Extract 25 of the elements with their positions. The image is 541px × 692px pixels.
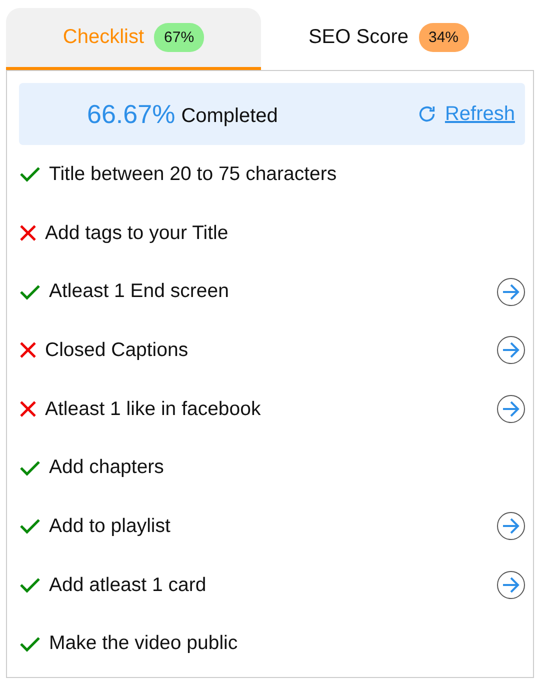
tab[interactable]: Checklist 67% [6,8,261,70]
checklist-item: Closed Captions [45,338,188,362]
checklist-item: Make the video public [49,632,238,656]
arrow-button[interactable] [497,512,525,540]
checklist-item: Add atleast 1 card [49,574,206,597]
completion-percent: 66.67% [87,98,176,130]
arrow-right-icon [501,576,521,594]
arrow-right-icon [501,400,521,418]
arrow-button[interactable] [497,395,525,424]
arrow-button[interactable] [497,571,525,600]
arrow-right-icon [501,517,521,536]
checklist-item: Add chapters [49,456,164,480]
arrow-right-icon [501,341,521,360]
checklist-item: Add to playlist [49,514,170,538]
checklist-item: Add tags to your Title [45,222,228,245]
percent-badge: 67% [154,23,204,52]
percent-badge: 34% [418,23,469,52]
arrow-button[interactable] [497,336,525,364]
checklist-item: Atleast 1 like in facebook [45,398,261,421]
refresh-icon [416,104,437,124]
completed-label: Completed [181,104,278,128]
arrow-right-icon [501,282,521,301]
arrow-button[interactable] [497,278,525,306]
checklist-item: Atleast 1 End screen [49,280,229,304]
checklist-item: Title between 20 to 75 characters [49,162,337,186]
